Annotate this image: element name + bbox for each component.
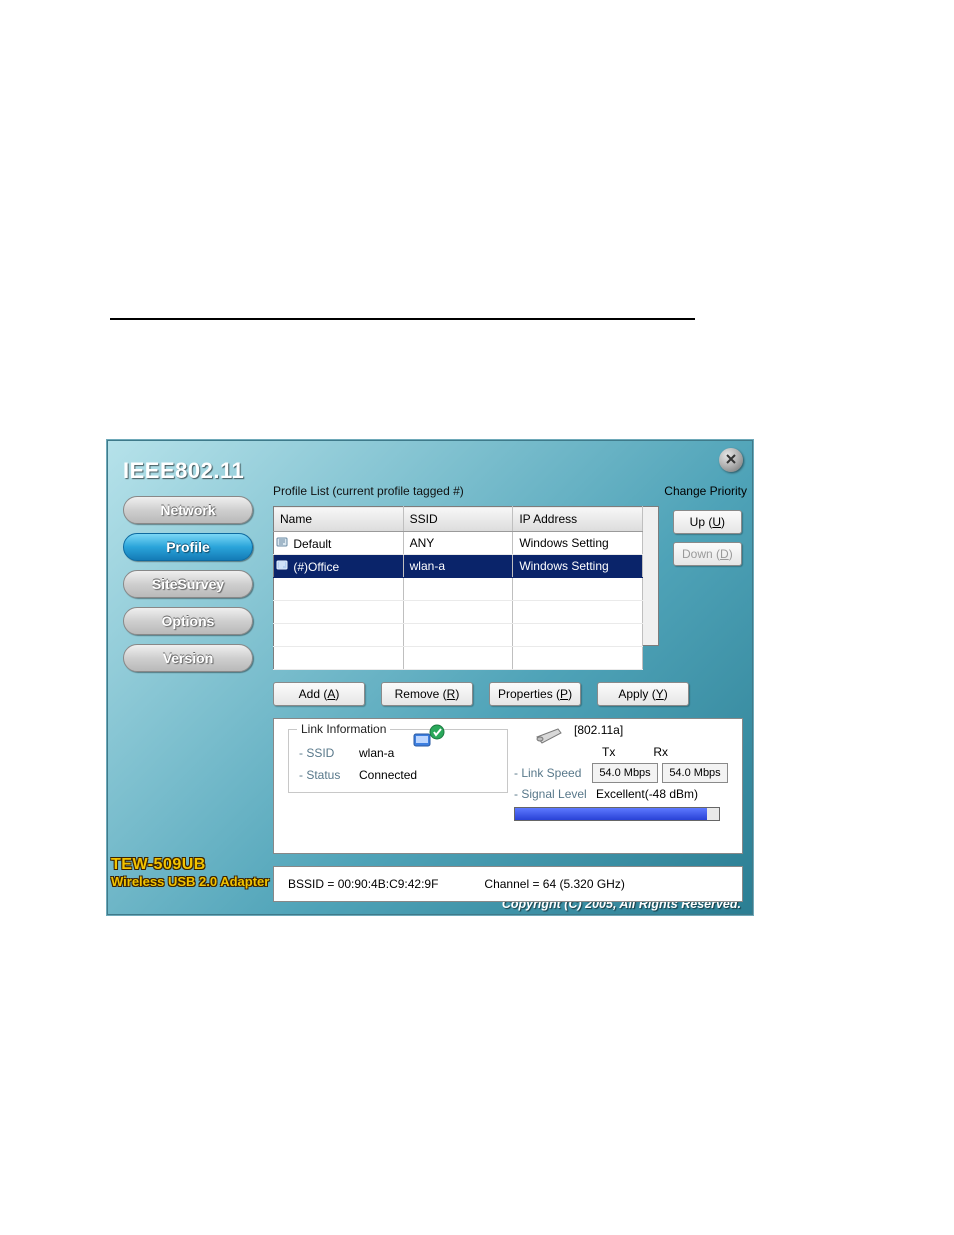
table-row[interactable] (274, 624, 643, 647)
status-label: - Status (299, 768, 345, 782)
nav-profile[interactable]: Profile (123, 533, 253, 561)
properties-button[interactable]: Properties (P) (489, 682, 581, 706)
cell-name: (#)Office (293, 560, 339, 574)
horizontal-rule (110, 318, 695, 320)
table-row[interactable] (274, 578, 643, 601)
bssid-panel: BSSID = 00:90:4B:C9:42:9F Channel = 64 (… (273, 866, 743, 902)
table-row[interactable]: Default ANY Windows Setting (274, 532, 643, 555)
adapter-model: TEW-509UB Wireless USB 2.0 Adapter (109, 856, 281, 889)
cell-ssid: wlan-a (403, 555, 513, 578)
remove-button[interactable]: Remove (R) (381, 682, 473, 706)
brand-title: IEEE802.11 (123, 458, 244, 484)
link-info-legend: Link Information (297, 722, 390, 736)
profile-table-wrap: Name SSID IP Address Default (273, 506, 743, 670)
nav-sitesurvey[interactable]: SiteSurvey (123, 570, 253, 598)
nav-options[interactable]: Options (123, 607, 253, 635)
nav-version[interactable]: Version (123, 644, 253, 672)
cell-ip: Windows Setting (513, 555, 643, 578)
close-button[interactable] (719, 448, 743, 472)
col-ssid[interactable]: SSID (403, 507, 513, 532)
rx-label: Rx (653, 745, 668, 759)
ssid-value: wlan-a (359, 746, 394, 760)
wireless-utility-window: IEEE802.11 Network Profile SiteSurvey Op… (106, 439, 754, 916)
priority-down-button[interactable]: Down (D) (673, 542, 742, 566)
profile-actions: Add (A) Remove (R) Properties (P) Apply … (273, 682, 743, 706)
close-icon (725, 453, 737, 468)
priority-up-button[interactable]: Up (U) (673, 510, 742, 534)
side-nav: Network Profile SiteSurvey Options Versi… (123, 496, 253, 681)
add-button[interactable]: Add (A) (273, 682, 365, 706)
profile-table[interactable]: Name SSID IP Address Default (273, 506, 643, 670)
profile-list-title: Profile List (current profile tagged #) (273, 484, 464, 498)
device-icon (534, 723, 564, 748)
radio-mode: [802.11a] (574, 723, 623, 737)
rx-speed-value: 54.0 Mbps (662, 763, 728, 783)
col-ip[interactable]: IP Address (513, 507, 643, 532)
cell-name: Default (293, 537, 331, 551)
profile-icon (276, 536, 290, 548)
link-speed-label: - Link Speed (514, 766, 588, 780)
cell-ssid: ANY (403, 532, 513, 555)
bssid-value: BSSID = 00:90:4B:C9:42:9F (288, 877, 438, 891)
link-info-panel: Link Information - SSID wlan-a (273, 718, 743, 854)
change-priority-label: Change Priority (664, 484, 747, 498)
ssid-label: - SSID (299, 746, 345, 760)
vertical-scrollbar[interactable] (643, 506, 659, 646)
channel-value: Channel = 64 (5.320 GHz) (484, 877, 624, 891)
profile-icon (276, 559, 290, 571)
computer-network-icon (413, 724, 447, 755)
signal-level-fill (515, 808, 707, 820)
cell-ip: Windows Setting (513, 532, 643, 555)
priority-buttons: Up (U) Down (D) (673, 510, 742, 566)
signal-level-label: - Signal Level (514, 787, 588, 801)
model-line1: TEW-509UB (111, 856, 281, 874)
signal-level-bar (514, 807, 720, 821)
model-line2: Wireless USB 2.0 Adapter (111, 874, 281, 889)
signal-level-value: Excellent(-48 dBm) (596, 787, 698, 801)
col-name[interactable]: Name (274, 507, 404, 532)
table-row[interactable] (274, 647, 643, 670)
status-value: Connected (359, 768, 417, 782)
main-content: Profile List (current profile tagged #) … (273, 484, 743, 902)
tx-speed-value: 54.0 Mbps (592, 763, 658, 783)
table-row[interactable]: (#)Office wlan-a Windows Setting (274, 555, 643, 578)
table-row[interactable] (274, 601, 643, 624)
table-header-row: Name SSID IP Address (274, 507, 643, 532)
apply-button[interactable]: Apply (Y) (597, 682, 689, 706)
nav-network[interactable]: Network (123, 496, 253, 524)
tx-label: Tx (602, 745, 615, 759)
link-info-fieldset: Link Information - SSID wlan-a (288, 729, 508, 793)
